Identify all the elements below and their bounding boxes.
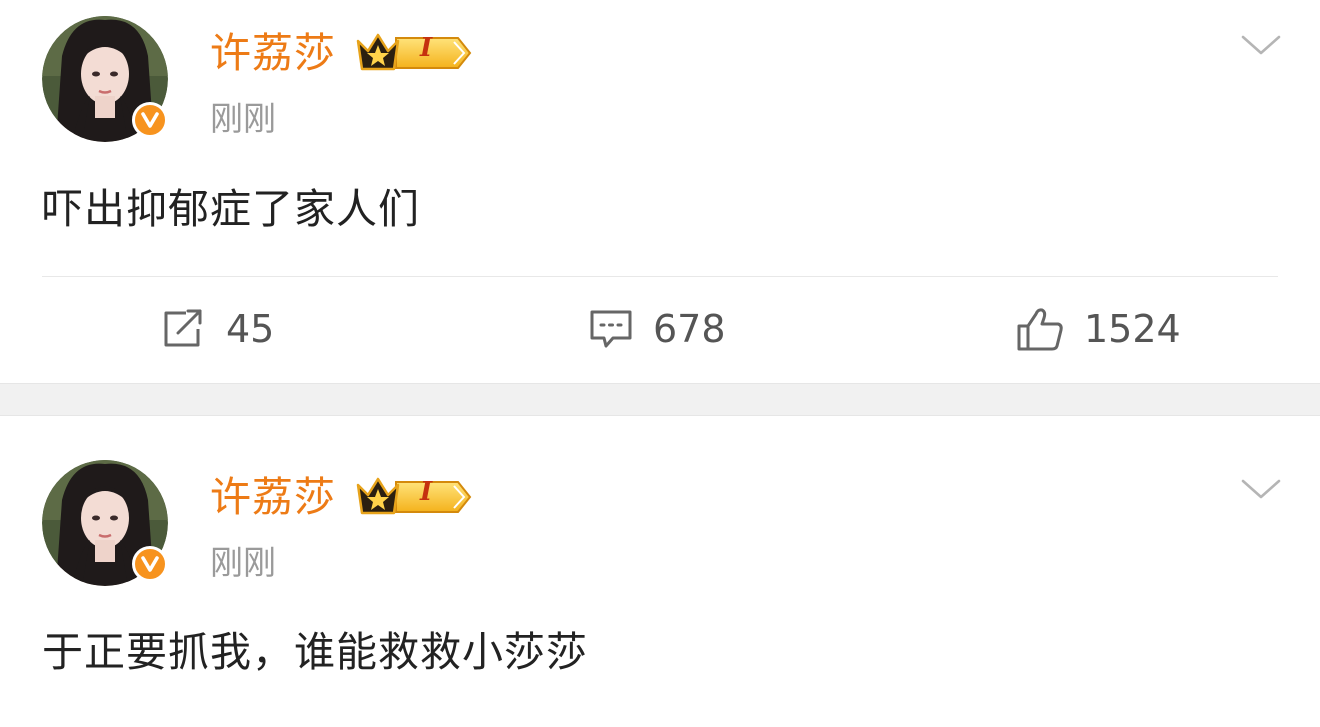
vip-badge[interactable]: I — [354, 29, 472, 77]
avatar-container[interactable] — [42, 460, 168, 586]
vip-crown-icon — [356, 477, 472, 515]
vip-badge[interactable]: I — [354, 473, 472, 521]
chevron-down-icon[interactable] — [1240, 477, 1282, 501]
like-count: 1524 — [1084, 307, 1181, 351]
post-divider — [42, 276, 1278, 277]
vip-crown-icon — [356, 33, 472, 71]
chevron-down-icon[interactable] — [1240, 33, 1282, 57]
weibo-feed: 许荔莎 I 刚刚 吓出抑郁症了家人们 45 678 1524 许荔莎 I 刚刚 … — [0, 0, 1320, 727]
verified-icon — [132, 102, 168, 138]
verified-icon — [132, 546, 168, 582]
post-timestamp: 刚刚 — [210, 99, 276, 138]
vip-level-label: I — [420, 33, 433, 63]
like-button[interactable]: 1524 — [1016, 302, 1181, 356]
username[interactable]: 许荔莎 — [210, 28, 336, 78]
post-content: 吓出抑郁症了家人们 — [42, 185, 420, 233]
username[interactable]: 许荔莎 — [210, 472, 336, 522]
repost-count: 45 — [226, 307, 275, 351]
comment-button[interactable]: 678 — [589, 302, 726, 356]
post-content: 于正要抓我，谁能救救小莎莎 — [42, 628, 588, 676]
vip-level-label: I — [420, 477, 433, 507]
feed-post: 许荔莎 I 刚刚 吓出抑郁症了家人们 45 678 1524 — [0, 0, 1320, 383]
comment-count: 678 — [653, 307, 726, 351]
repost-button[interactable]: 45 — [162, 302, 274, 356]
avatar-container[interactable] — [42, 16, 168, 142]
comment-icon — [590, 310, 632, 348]
feed-post: 许荔莎 I 刚刚 于正要抓我，谁能救救小莎莎 — [0, 416, 1320, 727]
feed-separator — [0, 383, 1320, 416]
post-timestamp: 刚刚 — [210, 543, 276, 582]
repost-icon — [164, 309, 202, 347]
like-icon — [1017, 308, 1063, 351]
